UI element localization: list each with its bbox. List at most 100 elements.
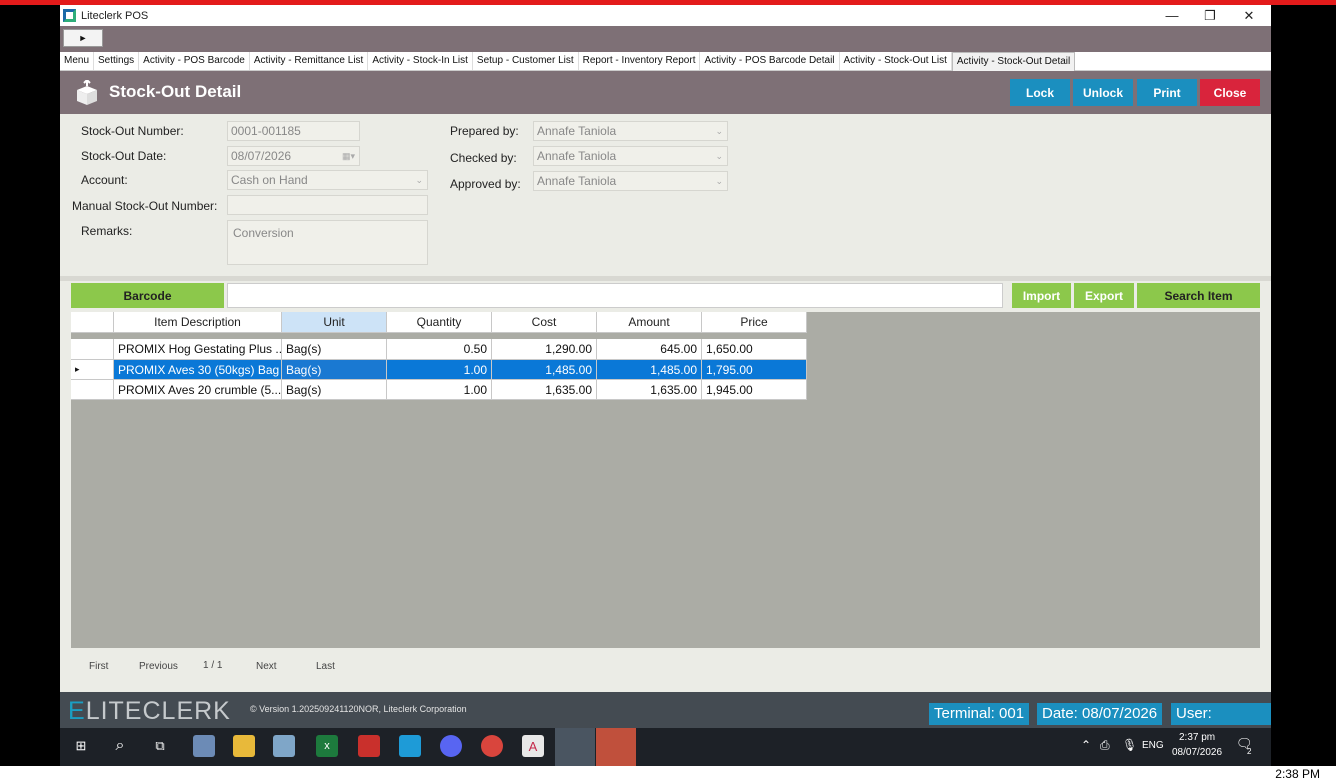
cell-price[interactable]: 1,945.00 bbox=[702, 380, 807, 400]
checked-by-value: Annafe Taniola bbox=[537, 149, 617, 163]
file-explorer-icon[interactable] bbox=[233, 735, 255, 757]
minimize-button[interactable]: — bbox=[1155, 5, 1189, 26]
search-item-button[interactable]: Search Item bbox=[1137, 283, 1260, 308]
cell-unit[interactable]: Bag(s) bbox=[282, 360, 387, 380]
cell-unit[interactable]: Bag(s) bbox=[282, 380, 387, 400]
tray-chevron-up-icon[interactable]: ⌃ bbox=[1081, 738, 1091, 752]
chevron-down-icon: ⌄ bbox=[715, 151, 723, 161]
play-button[interactable]: ► bbox=[63, 29, 103, 47]
row-indicator[interactable] bbox=[71, 339, 114, 360]
chevron-down-icon: ⌄ bbox=[715, 176, 723, 186]
tab-stock-in-list[interactable]: Activity - Stock-In List bbox=[368, 52, 473, 70]
tab-stock-out-list[interactable]: Activity - Stock-Out List bbox=[840, 52, 952, 70]
cell-amount[interactable]: 1,635.00 bbox=[597, 380, 702, 400]
stock-out-date-label: Stock-Out Date: bbox=[81, 149, 167, 163]
anydesk-taskbar-icon[interactable] bbox=[596, 728, 636, 766]
account-value: Cash on Hand bbox=[231, 173, 308, 187]
lock-button[interactable]: Lock bbox=[1010, 79, 1070, 106]
cell-amount[interactable]: 1,485.00 bbox=[597, 360, 702, 380]
account-label: Account: bbox=[81, 173, 128, 187]
tab-customer-list[interactable]: Setup - Customer List bbox=[473, 52, 579, 70]
cell-quantity[interactable]: 0.50 bbox=[387, 339, 492, 360]
print-button[interactable]: Print bbox=[1137, 79, 1197, 106]
cell-cost[interactable]: 1,290.00 bbox=[492, 339, 597, 360]
cell-price[interactable]: 1,795.00 bbox=[702, 360, 807, 380]
language-indicator[interactable]: ENG bbox=[1142, 740, 1164, 751]
printer-icon[interactable]: ⎙ bbox=[1100, 738, 1110, 753]
stock-out-date-picker[interactable]: 08/07/2026 ▦▾ bbox=[227, 146, 360, 166]
user-badge: User: Jeressa bbox=[1171, 703, 1271, 728]
restore-button[interactable]: ❐ bbox=[1193, 5, 1227, 26]
column-header-quantity[interactable]: Quantity bbox=[387, 312, 492, 333]
tab-inventory-report[interactable]: Report - Inventory Report bbox=[579, 52, 701, 70]
column-header-price[interactable]: Price bbox=[702, 312, 807, 333]
cell-quantity[interactable]: 1.00 bbox=[387, 380, 492, 400]
cell-cost[interactable]: 1,635.00 bbox=[492, 380, 597, 400]
tab-pos-barcode-detail[interactable]: Activity - POS Barcode Detail bbox=[700, 52, 840, 70]
tray-date[interactable]: 08/07/2026 bbox=[1172, 747, 1222, 758]
column-header-cost[interactable]: Cost bbox=[492, 312, 597, 333]
title-bar: Liteclerk POS — ❐ ✕ bbox=[60, 5, 1271, 26]
export-button[interactable]: Export bbox=[1074, 283, 1134, 308]
grid-header: Item Description Unit Quantity Cost Amou… bbox=[71, 312, 807, 333]
approved-by-value: Annafe Taniola bbox=[537, 174, 617, 188]
pager-next[interactable]: Next bbox=[256, 661, 277, 672]
cell-description[interactable]: PROMIX Hog Gestating Plus ... bbox=[114, 339, 282, 360]
access-app-icon[interactable]: A bbox=[522, 735, 544, 757]
table-row[interactable]: PROMIX Hog Gestating Plus ... Bag(s) 0.5… bbox=[71, 339, 807, 360]
row-indicator[interactable]: ▸ bbox=[71, 360, 114, 380]
cell-price[interactable]: 1,650.00 bbox=[702, 339, 807, 360]
prepared-by-label: Prepared by: bbox=[450, 124, 519, 138]
cell-description[interactable]: PROMIX Aves 30 (50kgs) Bag bbox=[114, 360, 282, 380]
search-icon[interactable]: ⌕ bbox=[109, 735, 131, 757]
pager-previous[interactable]: Previous bbox=[139, 661, 178, 672]
barcode-button[interactable]: Barcode bbox=[71, 283, 224, 308]
paint-app-icon[interactable] bbox=[193, 735, 215, 757]
notepad-app-icon[interactable] bbox=[273, 735, 295, 757]
tab-bar: Menu Settings Activity - POS Barcode Act… bbox=[60, 52, 1271, 71]
tray-time[interactable]: 2:37 pm bbox=[1179, 732, 1215, 743]
red-app-icon[interactable] bbox=[358, 735, 380, 757]
tab-remittance-list[interactable]: Activity - Remittance List bbox=[250, 52, 369, 70]
approved-by-dropdown[interactable]: Annafe Taniola ⌄ bbox=[533, 171, 728, 191]
tab-pos-barcode[interactable]: Activity - POS Barcode bbox=[139, 52, 250, 70]
table-row[interactable]: PROMIX Aves 20 crumble (5... Bag(s) 1.00… bbox=[71, 380, 807, 400]
task-view-icon[interactable]: ⧉ bbox=[149, 735, 171, 757]
column-header-unit[interactable]: Unit bbox=[282, 312, 387, 333]
row-indicator[interactable] bbox=[71, 380, 114, 400]
microphone-icon[interactable]: 🎙 bbox=[1122, 738, 1137, 752]
windows-start-icon[interactable]: ⊞ bbox=[70, 735, 92, 757]
excel-app-icon[interactable]: x bbox=[316, 735, 338, 757]
account-dropdown[interactable]: Cash on Hand ⌄ bbox=[227, 170, 428, 190]
barcode-input[interactable] bbox=[227, 283, 1003, 308]
column-header-description[interactable]: Item Description bbox=[114, 312, 282, 333]
checked-by-dropdown[interactable]: Annafe Taniola ⌄ bbox=[533, 146, 728, 166]
tab-stock-out-detail[interactable]: Activity - Stock-Out Detail bbox=[951, 52, 1076, 71]
pager: First Previous 1 / 1 Next Last bbox=[60, 660, 660, 681]
liteclerk-taskbar-icon[interactable] bbox=[555, 728, 595, 766]
stock-out-number-field[interactable]: 0001-001185 bbox=[227, 121, 360, 141]
cell-description[interactable]: PROMIX Aves 20 crumble (5... bbox=[114, 380, 282, 400]
column-header-amount[interactable]: Amount bbox=[597, 312, 702, 333]
chrome-app-icon[interactable] bbox=[481, 735, 503, 757]
manual-number-field[interactable] bbox=[227, 195, 428, 215]
calendar-icon[interactable]: ▦▾ bbox=[342, 147, 355, 165]
import-button[interactable]: Import bbox=[1012, 283, 1071, 308]
discord-app-icon[interactable] bbox=[440, 735, 462, 757]
prepared-by-dropdown[interactable]: Annafe Taniola ⌄ bbox=[533, 121, 728, 141]
cell-cost[interactable]: 1,485.00 bbox=[492, 360, 597, 380]
cell-amount[interactable]: 645.00 bbox=[597, 339, 702, 360]
tab-menu[interactable]: Menu bbox=[60, 52, 95, 70]
cell-unit[interactable]: Bag(s) bbox=[282, 339, 387, 360]
tab-settings[interactable]: Settings bbox=[94, 52, 140, 70]
close-button[interactable]: Close bbox=[1200, 79, 1260, 106]
cell-quantity[interactable]: 1.00 bbox=[387, 360, 492, 380]
close-window-button[interactable]: ✕ bbox=[1232, 5, 1266, 26]
blue-app-icon[interactable] bbox=[399, 735, 421, 757]
unlock-button[interactable]: Unlock bbox=[1073, 79, 1133, 106]
pager-first[interactable]: First bbox=[89, 661, 108, 672]
chevron-down-icon: ⌄ bbox=[415, 175, 423, 185]
remarks-textarea[interactable]: Conversion bbox=[227, 220, 428, 265]
pager-last[interactable]: Last bbox=[316, 661, 335, 672]
table-row-selected[interactable]: ▸ PROMIX Aves 30 (50kgs) Bag Bag(s) 1.00… bbox=[71, 360, 807, 380]
